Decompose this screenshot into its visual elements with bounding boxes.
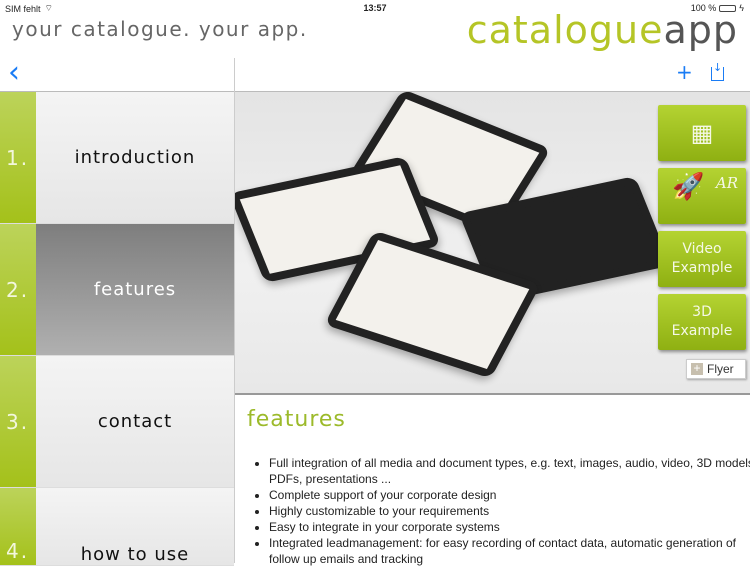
chevron-left-icon: ‹ — [8, 55, 20, 90]
menu-item-features[interactable]: 2. features — [0, 224, 234, 356]
charging-icon: ϟ — [739, 3, 744, 13]
content-panel: features Full integration of all media a… — [235, 395, 750, 566]
feature-list: Full integration of all media and docume… — [251, 455, 750, 567]
button-label: Example — [671, 260, 733, 276]
list-item: Complete support of your corporate desig… — [269, 487, 750, 503]
flyer-button[interactable]: + Flyer — [686, 359, 746, 379]
tablets-icon: ▦ — [690, 118, 714, 147]
list-item: Integrated leadmanagement: for easy reco… — [269, 535, 750, 567]
list-item: Easy to integrate in your corporate syst… — [269, 519, 750, 535]
menu-item-introduction[interactable]: 1. introduction — [0, 92, 234, 224]
logo-part-app: app — [663, 8, 738, 52]
menu-item-number: 1. — [0, 92, 36, 223]
plus-icon: + — [676, 60, 693, 84]
video-example-button[interactable]: Video Example — [658, 231, 746, 287]
tagline: your catalogue. your app. — [12, 17, 308, 41]
button-label: 3D — [692, 304, 712, 320]
menu-item-number: 2. — [0, 224, 36, 355]
hero-image: ▦ 🚀 AR Video Example 3D Example + Flyer — [235, 92, 750, 395]
app-logo: catalogueapp — [467, 8, 738, 52]
menu-item-label: introduction — [36, 92, 234, 223]
download-button[interactable] — [711, 61, 724, 81]
button-label: Example — [671, 323, 733, 339]
logo-part-catalogue: catalogue — [466, 8, 664, 52]
navigation-bar — [0, 58, 750, 92]
menu-item-contact[interactable]: 3. contact — [0, 356, 234, 488]
3d-example-button[interactable]: 3D Example — [658, 294, 746, 350]
rocket-icon: 🚀 — [672, 172, 705, 202]
menu-item-number: 3. — [0, 356, 36, 487]
menu-item-number: 4. — [0, 488, 36, 565]
add-button[interactable]: + — [676, 62, 693, 82]
list-item: Full integration of all media and docume… — [269, 455, 750, 487]
plus-icon: + — [691, 362, 703, 375]
menu-item-how-to-use[interactable]: 4. how to use — [0, 488, 234, 566]
flyer-label: Flyer — [707, 362, 734, 376]
back-button[interactable]: ‹ — [8, 58, 20, 88]
list-item: Highly customizable to your requirements — [269, 503, 750, 519]
chapter-menu: 1. introduction 2. features 3. contact 4. ho… — [0, 92, 234, 566]
button-label: Video — [682, 241, 722, 257]
tablets-button[interactable]: ▦ — [658, 105, 746, 161]
menu-item-label: how to use — [36, 488, 234, 565]
section-title: features — [247, 407, 346, 432]
ar-label: AR — [715, 174, 738, 192]
menu-item-label: features — [36, 224, 234, 355]
ar-button[interactable]: 🚀 AR — [658, 168, 746, 224]
menu-item-label: contact — [36, 356, 234, 487]
